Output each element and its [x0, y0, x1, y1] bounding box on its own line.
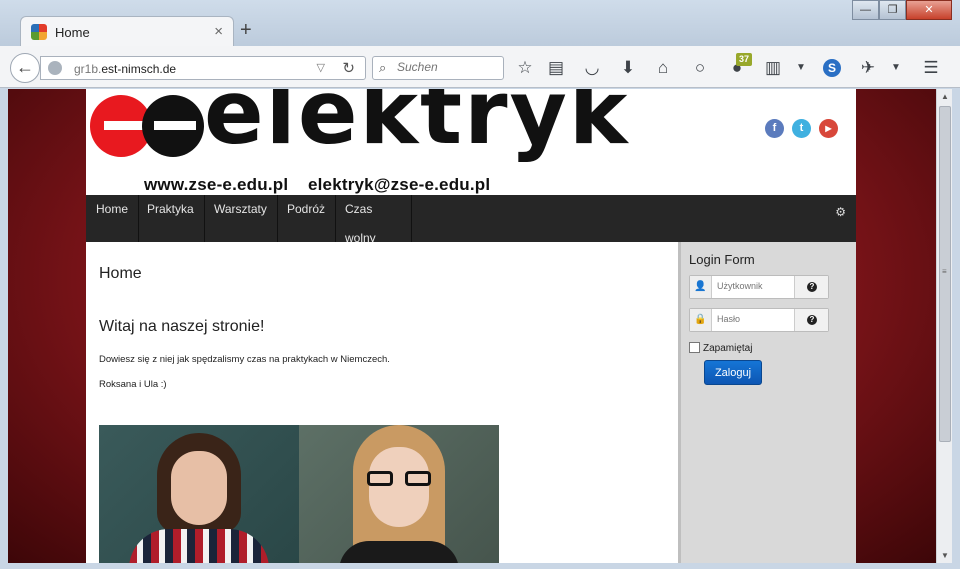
- page-title: Home: [99, 265, 142, 282]
- chat-bubble-icon[interactable]: ○: [689, 57, 711, 79]
- question-icon: ?: [807, 282, 817, 292]
- scroll-up-icon[interactable]: ▲: [941, 92, 949, 101]
- menu-item-warsztaty[interactable]: Warsztaty: [204, 195, 278, 242]
- remember-checkbox[interactable]: [689, 342, 700, 353]
- search-input[interactable]: [397, 60, 497, 74]
- history-dropdown-icon[interactable]: ▽: [317, 61, 325, 74]
- login-sidebar: Login Form 👤 ? 🔒 ? Zapamiętaj Zaloguj: [678, 242, 856, 563]
- search-icon: ⌕: [379, 60, 387, 75]
- menu-item-czas-wolny[interactable]: Czas wolny: [335, 195, 412, 245]
- article-paragraph: Dowiesz się z niej jak spędzalismy czas …: [99, 354, 390, 365]
- menu-item-praktyka[interactable]: Praktyka: [137, 195, 205, 242]
- back-button[interactable]: ←: [10, 53, 40, 83]
- navigation-toolbar: ← gr1b.est-nimsch.de ▽ ↻ ⌕ ☆ ▤ ◡ ⬇ ⌂ ○ ●…: [0, 46, 960, 88]
- photo-person-right: [299, 425, 499, 563]
- password-field: 🔒 ?: [689, 308, 829, 332]
- dropdown-arrow-icon-2[interactable]: ▼: [885, 57, 907, 79]
- gear-icon[interactable]: ⚙: [835, 205, 846, 219]
- bookmark-star-icon[interactable]: ☆: [514, 57, 536, 79]
- clipboard-icon[interactable]: ▥: [762, 57, 784, 79]
- s-extension-icon[interactable]: S: [823, 59, 841, 77]
- article-photo: [99, 425, 499, 563]
- hamburger-menu-icon[interactable]: ☰: [920, 57, 942, 79]
- home-icon[interactable]: ⌂: [652, 57, 674, 79]
- user-icon: 👤: [690, 276, 712, 298]
- pocket-icon[interactable]: ◡: [581, 57, 603, 79]
- youtube-icon[interactable]: ▶: [819, 119, 838, 138]
- title-bar: Home × + — ❐ ✕: [0, 0, 960, 48]
- minimize-button[interactable]: —: [852, 0, 879, 20]
- password-help-button[interactable]: ?: [794, 309, 828, 331]
- twitter-icon[interactable]: t: [792, 119, 811, 138]
- tab-title: Home: [55, 25, 90, 40]
- login-button[interactable]: Zaloguj: [704, 360, 762, 385]
- main-menu: Home Praktyka Warsztaty Podróż Czas woln…: [86, 195, 856, 245]
- scroll-down-icon[interactable]: ▼: [941, 551, 949, 560]
- notification-count-badge: 37: [736, 53, 752, 66]
- menu-item-podroz[interactable]: Podróż: [277, 195, 337, 242]
- scroll-grip-icon: ≡: [942, 267, 947, 276]
- search-box[interactable]: ⌕: [372, 56, 504, 80]
- close-window-button[interactable]: ✕: [906, 0, 952, 20]
- menu-item-home[interactable]: Home: [86, 195, 140, 242]
- logo-black-e-icon: [142, 95, 204, 157]
- login-form-title: Login Form: [689, 252, 755, 267]
- logo-wordmark: elektryk: [204, 89, 630, 164]
- photo-person-left: [99, 425, 299, 563]
- question-icon-2: ?: [807, 315, 817, 325]
- download-icon[interactable]: ⬇: [617, 57, 639, 79]
- reload-icon[interactable]: ↻: [342, 59, 355, 77]
- joomla-favicon-icon: [31, 24, 47, 40]
- address-bar[interactable]: gr1b.est-nimsch.de ▽ ↻: [40, 56, 366, 80]
- new-tab-button[interactable]: +: [240, 19, 252, 42]
- username-input[interactable]: [717, 281, 795, 291]
- url-text[interactable]: gr1b.est-nimsch.de: [74, 62, 176, 76]
- article-title: Witaj na naszej stronie!: [99, 318, 265, 335]
- satellite-extension-icon[interactable]: ✈: [857, 57, 879, 79]
- tab-home[interactable]: Home ×: [20, 16, 234, 48]
- remember-label: Zapamiętaj: [703, 343, 753, 354]
- facebook-icon[interactable]: f: [765, 119, 784, 138]
- logo-contact-line: www.zse-e.edu.pl elektryk@zse-e.edu.pl: [144, 175, 491, 194]
- globe-icon: [48, 61, 62, 75]
- username-field: 👤 ?: [689, 275, 829, 299]
- window-border-bottom: [0, 563, 960, 569]
- article-signature: Roksana i Ula :): [99, 379, 167, 390]
- password-input[interactable]: [717, 314, 795, 324]
- page-viewport: elektryk www.zse-e.edu.pl elektryk@zse-e…: [8, 89, 936, 563]
- lock-icon: 🔒: [690, 309, 712, 331]
- window-border-right: [952, 89, 960, 569]
- window-border-left: [0, 89, 8, 569]
- username-help-button[interactable]: ?: [794, 276, 828, 298]
- maximize-button[interactable]: ❐: [879, 0, 906, 20]
- reading-list-icon[interactable]: ▤: [545, 57, 567, 79]
- site-banner: elektryk www.zse-e.edu.pl elektryk@zse-e…: [86, 89, 856, 195]
- remember-me[interactable]: Zapamiętaj: [689, 342, 752, 354]
- tab-close-icon[interactable]: ×: [214, 23, 223, 40]
- site-container: elektryk www.zse-e.edu.pl elektryk@zse-e…: [86, 89, 856, 563]
- window-controls: — ❐ ✕: [852, 0, 952, 20]
- dropdown-arrow-icon[interactable]: ▼: [790, 57, 812, 79]
- main-content: Home Witaj na naszej stronie! Dowiesz si…: [86, 242, 678, 563]
- vertical-scrollbar[interactable]: ▲ ≡ ▼: [936, 89, 952, 563]
